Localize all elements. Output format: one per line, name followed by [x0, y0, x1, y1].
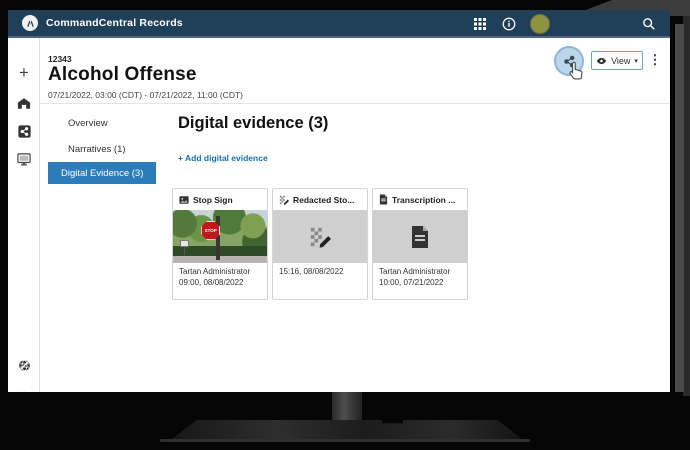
image-icon	[179, 195, 189, 205]
evidence-meta-line1: Tartan Administrator	[179, 267, 261, 278]
stop-sign-photo: STOP	[173, 210, 267, 263]
evidence-card-stop-sign[interactable]: Stop Sign STOP Tartan Administrator 09:0…	[172, 188, 268, 300]
monitor-stand-base-edge	[160, 439, 530, 442]
nav-item-label: Narratives (1)	[68, 144, 126, 155]
page-title: Alcohol Offense	[48, 64, 197, 86]
plus-glyph: +	[19, 63, 29, 83]
share-button[interactable]	[554, 46, 584, 76]
user-avatar[interactable]	[530, 14, 550, 34]
view-button[interactable]: View ▾	[591, 51, 643, 70]
evidence-thumbnail	[273, 210, 367, 263]
plus-icon[interactable]: +	[8, 62, 40, 84]
apps-grid-icon[interactable]	[472, 17, 487, 32]
redacted-image-icon-large	[309, 226, 331, 248]
app-title: CommandCentral Records	[46, 17, 183, 29]
evidence-meta-line2: 09:00, 08/08/2022	[179, 278, 261, 289]
evidence-title: Stop Sign	[193, 195, 233, 205]
caret-down-icon: ▾	[634, 57, 638, 65]
header-divider	[40, 103, 670, 104]
nav-item-label: Digital Evidence (3)	[61, 168, 143, 179]
eye-icon	[596, 57, 607, 65]
bezel-edge	[683, 16, 690, 396]
expand-chevrons-icon[interactable]: »	[8, 382, 40, 392]
bezel-edge-highlight	[675, 24, 684, 392]
nav-item-narratives[interactable]: Narratives (1)	[48, 138, 156, 160]
evidence-card-redacted[interactable]: Redacted Sto... 15:16, 08/08/2022	[272, 188, 368, 300]
photo-side-sign	[180, 240, 189, 247]
photo-pole	[216, 216, 220, 260]
record-id: 12343	[48, 54, 72, 64]
monitor-stand-base	[172, 420, 522, 439]
section-heading: Digital evidence (3)	[178, 114, 328, 133]
left-icon-rail: + »	[8, 38, 40, 392]
nav-item-label: Overview	[68, 118, 108, 129]
nav-item-digital-evidence[interactable]: Digital Evidence (3)	[48, 162, 156, 184]
stop-sign-glyph: STOP	[201, 221, 220, 240]
monitor-icon[interactable]	[8, 148, 40, 170]
evidence-meta-line2: 10:00, 07/21/2022	[379, 278, 461, 289]
globe-offline-icon[interactable]	[8, 354, 40, 376]
photo-side-post	[184, 247, 185, 255]
evidence-title: Transcription ...	[392, 195, 455, 205]
evidence-title: Redacted Sto...	[293, 195, 354, 205]
top-navbar: CommandCentral Records	[8, 10, 670, 38]
redacted-image-icon	[279, 195, 289, 205]
chevrons-glyph: »	[20, 386, 27, 393]
evidence-card-transcription[interactable]: Transcription ... Tartan Administrator 1…	[372, 188, 468, 300]
document-icon	[379, 194, 388, 205]
motorola-logo-icon	[22, 15, 38, 31]
document-icon-large	[410, 225, 430, 249]
share-box-icon[interactable]	[8, 120, 40, 142]
record-date-range: 07/21/2022, 03:00 (CDT) - 07/21/2022, 11…	[48, 90, 243, 100]
search-icon[interactable]	[642, 17, 657, 32]
monitor-stand-neck	[332, 392, 362, 424]
evidence-meta-line1: Tartan Administrator	[379, 267, 461, 278]
info-icon[interactable]	[501, 17, 516, 32]
stop-sign-text: STOP	[205, 228, 217, 233]
nav-item-overview[interactable]: Overview	[48, 112, 156, 134]
home-icon[interactable]	[8, 92, 40, 114]
screen: CommandCentral Records +	[8, 10, 670, 392]
evidence-thumbnail	[373, 210, 467, 263]
kebab-menu-icon[interactable]: ⋮	[648, 50, 662, 70]
evidence-thumbnail: STOP	[173, 210, 267, 263]
view-button-label: View	[611, 56, 630, 66]
add-digital-evidence-link[interactable]: + Add digital evidence	[178, 153, 268, 163]
evidence-meta-line1: 15:16, 08/08/2022	[279, 267, 361, 278]
monitor-frame: CommandCentral Records +	[0, 0, 690, 450]
